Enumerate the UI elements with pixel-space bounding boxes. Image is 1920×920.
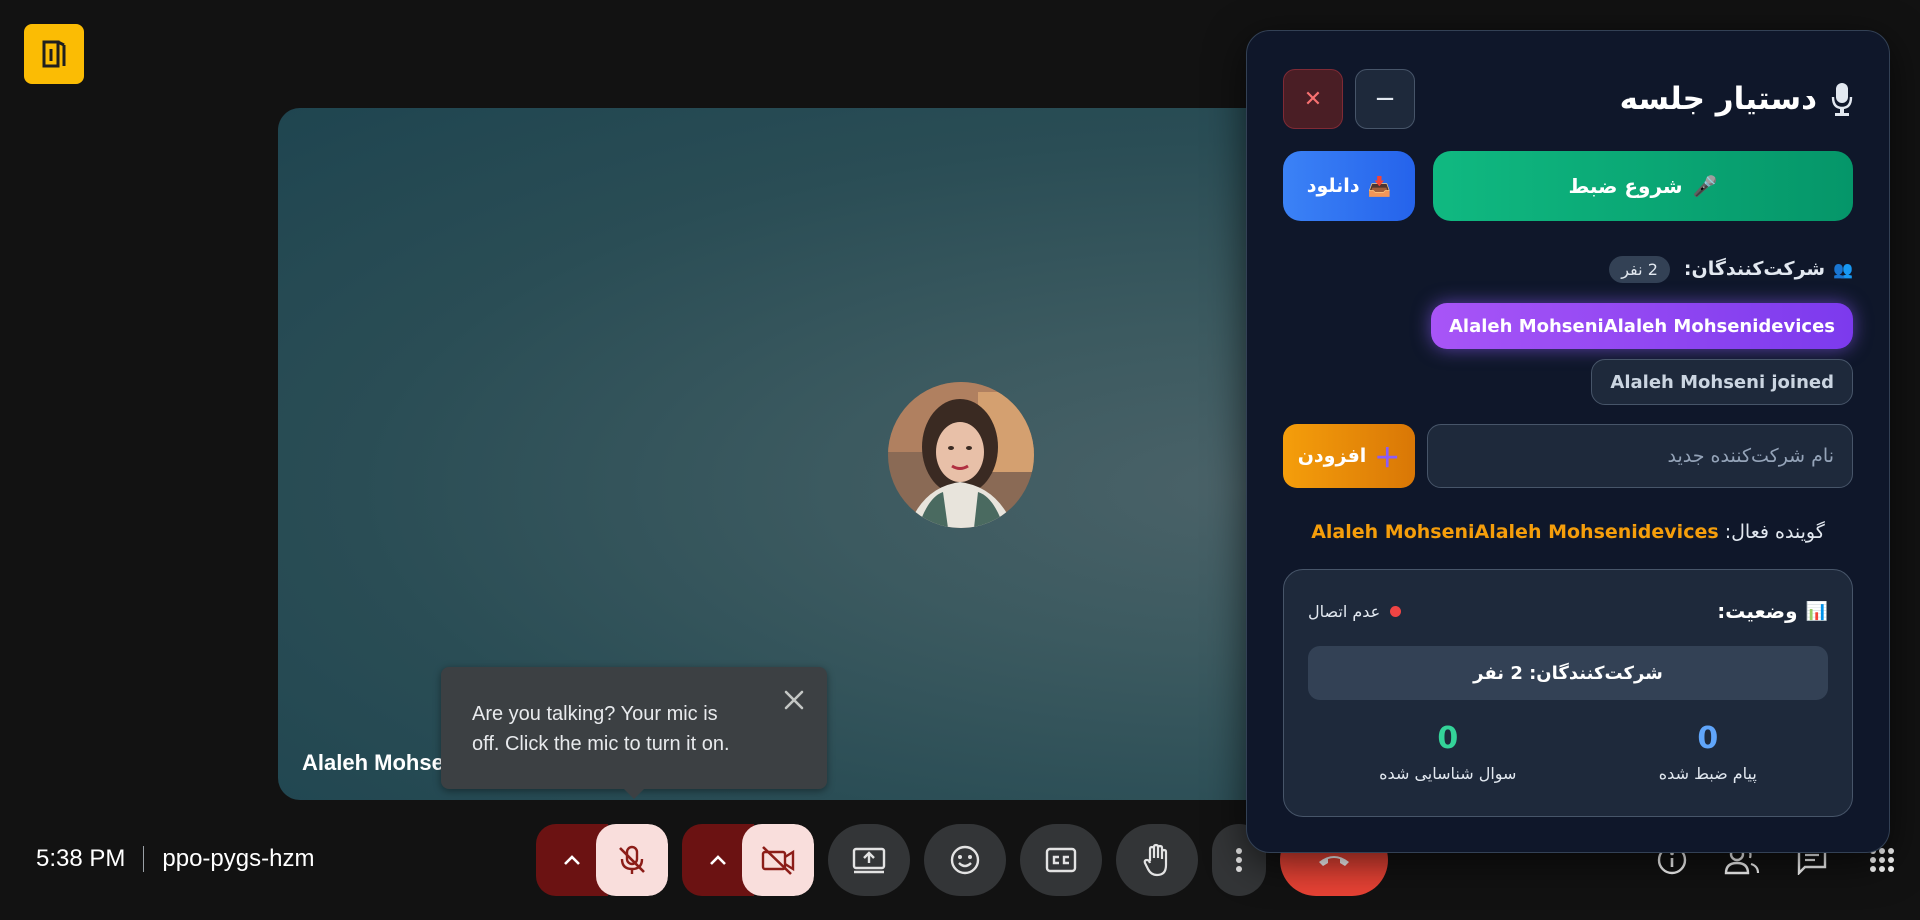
connection-status-text: عدم اتصال <box>1308 601 1381 621</box>
new-participant-input[interactable] <box>1427 424 1853 488</box>
tooltip-close-button[interactable] <box>779 685 809 715</box>
active-speaker-label: گوینده فعال: <box>1724 521 1825 543</box>
stat-label: سوال شناسایی شده <box>1379 764 1517 783</box>
add-participant-button[interactable]: ＋ افزودن <box>1283 424 1415 488</box>
stat-recorded-messages: 0 پیام ضبط شده <box>1659 720 1757 783</box>
download-label: دانلود <box>1306 175 1360 197</box>
active-speaker-name: Alaleh MohseniAlaleh Mohsenidevices <box>1311 521 1719 543</box>
people-icon: 👥 <box>1833 259 1853 279</box>
divider <box>143 846 145 872</box>
inbox-icon: 📥 <box>1367 175 1392 198</box>
plus-icon: ＋ <box>1374 443 1401 474</box>
app-logo[interactable] <box>24 24 84 84</box>
panel-header: دستیار جلسه ✕ − <box>1283 69 1853 129</box>
tooltip-text: Are you talking? Your mic is off. Click … <box>472 703 730 755</box>
stat-detected-questions: 0 سوال شناسایی شده <box>1379 720 1516 783</box>
microphone-icon <box>1831 83 1853 116</box>
microphone-icon: 🎤 <box>1692 174 1718 198</box>
stats-row: 0 پیام ضبط شده 0 سوال شناسایی شده <box>1308 720 1828 783</box>
meeting-info: 5:38 PM ppo-pygs-hzm <box>36 843 314 875</box>
camera-off-icon <box>761 846 795 875</box>
stat-value: 0 <box>1697 721 1719 756</box>
add-label: افزودن <box>1297 445 1367 467</box>
present-screen-button[interactable] <box>828 824 910 896</box>
hand-icon <box>1143 843 1168 877</box>
participant-avatar <box>888 382 1034 528</box>
minimize-icon: − <box>1374 84 1396 114</box>
panel-close-button[interactable]: ✕ <box>1283 69 1343 129</box>
mic-off-tooltip: Are you talking? Your mic is off. Click … <box>441 667 827 799</box>
meeting-assistant-panel: دستیار جلسه ✕ − 🎤 شروع ضبط 📥 دانلود 👥 شر… <box>1246 30 1890 853</box>
mic-toggle-button[interactable] <box>596 824 668 896</box>
participants-summary: شرکت‌کنندگان: 2 نفر <box>1308 646 1828 700</box>
reactions-button[interactable] <box>924 824 1006 896</box>
recording-actions: 🎤 شروع ضبط 📥 دانلود <box>1283 151 1853 221</box>
bar-chart-icon: 📊 <box>1805 600 1828 622</box>
meeting-code: ppo-pygs-hzm <box>162 845 315 872</box>
participant-chip-active[interactable]: Alaleh MohseniAlaleh Mohsenidevices <box>1431 303 1853 349</box>
start-recording-label: شروع ضبط <box>1568 174 1683 198</box>
active-speaker-line: گوینده فعال: Alaleh MohseniAlaleh Mohsen… <box>1247 521 1889 543</box>
panel-minimize-button[interactable]: − <box>1355 69 1415 129</box>
status-label-text: وضعیت: <box>1717 599 1798 623</box>
hang-up-icon <box>1319 856 1349 866</box>
stat-value: 0 <box>1437 721 1459 756</box>
add-participant-row: ＋ افزودن <box>1283 424 1853 488</box>
participants-label: شرکت‌کنندگان: <box>1683 258 1826 280</box>
more-vert-icon <box>1236 848 1242 872</box>
mic-control-group <box>536 824 668 896</box>
present-icon <box>852 847 886 874</box>
door-icon <box>42 40 66 68</box>
status-label: 📊 وضعیت: <box>1717 599 1828 623</box>
close-icon <box>784 690 804 710</box>
chevron-up-icon <box>710 855 726 865</box>
captions-icon <box>1045 847 1077 873</box>
panel-title: دستیار جلسه <box>1620 81 1853 117</box>
meeting-time: 5:38 PM <box>36 845 126 872</box>
status-header: 📊 وضعیت: عدم اتصال <box>1308 596 1828 626</box>
status-card: 📊 وضعیت: عدم اتصال شرکت‌کنندگان: 2 نفر 0… <box>1283 569 1853 817</box>
emoji-icon <box>950 845 980 875</box>
panel-window-controls: ✕ − <box>1283 69 1415 129</box>
stat-label: پیام ضبط شده <box>1658 764 1757 783</box>
participants-header: 👥 شرکت‌کنندگان: 2 نفر <box>1609 252 1853 286</box>
participant-chip[interactable]: Alaleh Mohseni joined <box>1591 359 1853 405</box>
participants-count-badge: 2 نفر <box>1609 255 1670 283</box>
status-dot-icon <box>1390 605 1402 617</box>
camera-control-group <box>682 824 814 896</box>
mic-off-icon <box>619 845 645 874</box>
participant-name-label: Alaleh Mohseni <box>302 750 464 775</box>
start-recording-button[interactable]: 🎤 شروع ضبط <box>1433 151 1853 221</box>
download-button[interactable]: 📥 دانلود <box>1283 151 1415 221</box>
camera-toggle-button[interactable] <box>742 824 814 896</box>
connection-status: عدم اتصال <box>1308 601 1402 621</box>
captions-button[interactable] <box>1020 824 1102 896</box>
raise-hand-button[interactable] <box>1116 824 1198 896</box>
chevron-up-icon <box>564 855 580 865</box>
close-icon: ✕ <box>1303 86 1323 112</box>
panel-title-text: دستیار جلسه <box>1619 81 1817 117</box>
